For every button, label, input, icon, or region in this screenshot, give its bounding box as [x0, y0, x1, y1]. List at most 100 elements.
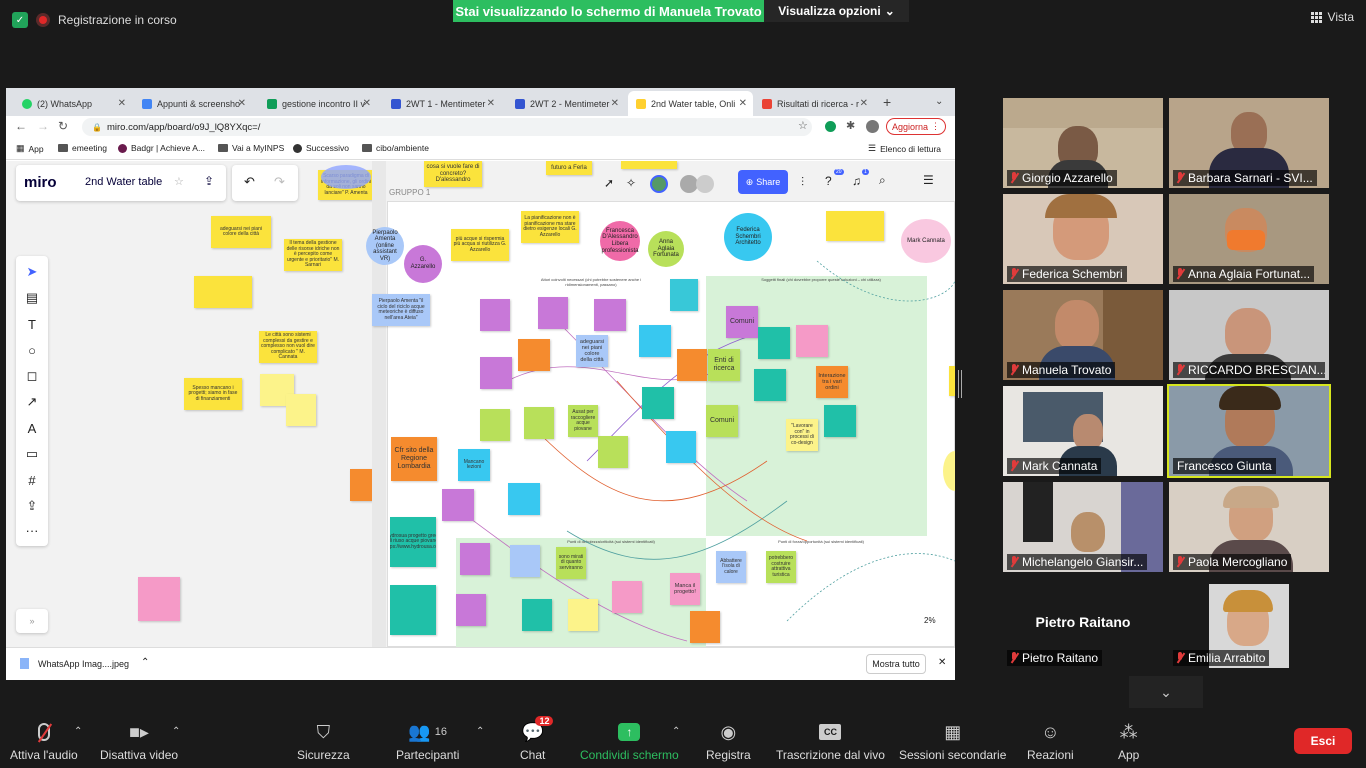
tab-search-chevron-icon[interactable]: ⌄	[935, 96, 943, 107]
live-transcript-button[interactable]: CC Trascrizione dal vivo	[776, 722, 885, 762]
sticky-note[interactable]: potrebbero costruire attrattiva turistic…	[766, 551, 796, 583]
new-tab-icon[interactable]: +	[883, 94, 891, 110]
export-icon[interactable]: ⇪	[204, 174, 214, 188]
sticky-note[interactable]	[480, 409, 510, 441]
tab-whatsapp[interactable]: (2) WhatsApp ✕	[14, 91, 132, 116]
sticky-note[interactable]: adeguarsi nei piani colore della città	[211, 216, 271, 248]
participant-tile[interactable]: Anna Aglaia Fortunat...	[1169, 194, 1329, 284]
sticky-note[interactable]: Abbattere l'isola di calore	[716, 551, 746, 583]
sticky-note[interactable]	[524, 407, 554, 439]
sticky-note[interactable]: Cfr sito della Regione Lombardia	[391, 437, 437, 481]
close-icon[interactable]: ✕	[238, 98, 246, 109]
sticky-note[interactable]: Comuni	[726, 306, 758, 338]
participant-bubble[interactable]: Mark Cannata	[901, 219, 951, 263]
sticky-note[interactable]	[677, 349, 707, 381]
sticky-note[interactable]: adeguarsi nei piani colore della città	[576, 335, 608, 367]
tab-mentimeter-1[interactable]: 2WT 1 - Mentimeter ✕	[383, 91, 501, 116]
sticky-note[interactable]: La pianificazione non è pianificazione m…	[521, 211, 579, 243]
pen-tool-icon[interactable]: A	[24, 420, 40, 436]
puzzle-icon[interactable]: ✱	[846, 119, 855, 132]
sticky-note[interactable]	[824, 405, 856, 437]
close-icon[interactable]: ✕	[611, 98, 619, 109]
forward-icon[interactable]: →	[37, 119, 49, 133]
close-icon[interactable]: ✕	[739, 98, 747, 109]
security-button[interactable]: ⛉ Sicurezza	[297, 722, 350, 763]
resize-handle[interactable]	[958, 370, 962, 398]
close-icon[interactable]: ✕	[860, 98, 868, 109]
zoom-level[interactable]: 2%	[924, 616, 936, 625]
sticky-note[interactable]	[194, 276, 252, 308]
chat-button[interactable]: 💬 12 Chat	[520, 716, 554, 762]
sticky-note[interactable]	[442, 489, 474, 521]
share-options-chevron-icon[interactable]: ⌃	[672, 726, 680, 737]
extension-icon[interactable]	[825, 121, 836, 132]
sticky-note[interactable]	[598, 436, 628, 468]
participant-bubble[interactable]: Anna Aglaia Fortunata	[648, 231, 684, 267]
tab-risultati[interactable]: Risultati di ricerca - r ✕	[754, 91, 874, 116]
cursor-icon[interactable]: ➚	[604, 176, 614, 190]
star-icon[interactable]: ☆	[174, 175, 184, 188]
participant-tile[interactable]: Emilia Arrabito	[1169, 578, 1329, 668]
sticky-note[interactable]	[480, 299, 510, 331]
close-icon[interactable]: ✕	[363, 98, 371, 109]
participant-bubble[interactable]: G. Azzarello	[404, 245, 442, 283]
sticky-note[interactable]: cosa si vuole fare di concreto? D'alessa…	[424, 161, 482, 187]
tab-mentimeter-2[interactable]: 2WT 2 - Mentimeter ✕	[507, 91, 625, 116]
participant-tile[interactable]: Barbara Sarnari - SVI...	[1169, 98, 1329, 188]
view-options-button[interactable]: Visualizza opzioni ⌄	[764, 0, 909, 22]
sticky-note[interactable]	[594, 299, 626, 331]
connector-tool-icon[interactable]: ↗	[24, 394, 40, 410]
unmute-button[interactable]: Attiva l'audio	[10, 722, 78, 762]
sticky-note[interactable]	[796, 325, 828, 357]
bookmark-badgr[interactable]: Badgr | Achieve A...	[118, 143, 205, 153]
sticky-note[interactable]: più acque si rispermia più acqua si riut…	[451, 229, 509, 261]
reading-list[interactable]: ☰ Elenco di lettura	[868, 143, 941, 154]
update-button[interactable]: Aggiorna ⋮	[886, 118, 946, 135]
sticky-note[interactable]	[666, 431, 696, 463]
participant-tile[interactable]: Paola Mercogliano	[1169, 482, 1329, 572]
url-field[interactable]: 🔒 miro.com/app/board/o9J_lQ8YXqc=/	[82, 118, 812, 136]
sticky-note[interactable]: Interazione tra i vari ordini	[816, 366, 848, 398]
participant-tile[interactable]: Mark Cannata	[1003, 386, 1163, 476]
share-screen-button[interactable]: ↑ Condividi schermo	[580, 722, 679, 762]
template-icon[interactable]: ▤	[24, 290, 40, 306]
bookmark-star-icon[interactable]: ☆	[798, 119, 808, 132]
sticky-note[interactable]	[138, 577, 180, 621]
participant-tile[interactable]: Federica Schembri	[1003, 194, 1163, 284]
bookmark-inps[interactable]: Vai a MyINPS	[218, 143, 284, 153]
reaction-icon[interactable]: ✧	[626, 176, 636, 190]
audio-options-chevron-icon[interactable]: ⌃	[74, 726, 82, 737]
more-tools-icon[interactable]: ···	[24, 522, 40, 538]
breakout-rooms-button[interactable]: ▦ Sessioni secondarie	[899, 722, 1006, 763]
reactions-button[interactable]: ☺ Reazioni	[1027, 722, 1074, 763]
search-icon[interactable]: ⌕	[879, 173, 886, 188]
menu-icon[interactable]: ☰	[923, 173, 934, 187]
sticky-note[interactable]	[754, 369, 786, 401]
participant-tile[interactable]: Giorgio Azzarello	[1003, 98, 1163, 188]
bookmark-emeeting[interactable]: emeeting	[58, 143, 107, 153]
redo-icon[interactable]: ↷	[274, 174, 285, 190]
sticky-note[interactable]: Enti di ricerca	[708, 349, 740, 381]
sticky-note[interactable]	[612, 581, 642, 613]
tab-miro-active[interactable]: 2nd Water table, Onli ✕	[628, 91, 753, 116]
sticky-note[interactable]	[480, 357, 512, 389]
participants-options-chevron-icon[interactable]: ⌃	[476, 726, 484, 737]
text-tool-icon[interactable]: T	[24, 316, 40, 332]
upload-tool-icon[interactable]: ⇪	[24, 498, 40, 514]
sticky-note[interactable]	[690, 611, 720, 643]
sticky-note[interactable]: Pierpaolo Amenta "il ciclo del riciclo a…	[372, 294, 430, 326]
sticky-note[interactable]	[639, 325, 671, 357]
shield-icon[interactable]: ✓	[12, 12, 28, 28]
undo-icon[interactable]: ↶	[244, 174, 255, 190]
sticky-note[interactable]	[510, 545, 540, 577]
sticky-note[interactable]: Hydrosua progetto greco di riuso acque p…	[390, 517, 436, 567]
tab-gestione[interactable]: gestione incontro II v ✕	[259, 91, 377, 116]
sticky-note[interactable]	[758, 327, 790, 359]
help-icon[interactable]: ?	[825, 174, 832, 188]
sticky-note[interactable]: futuro a Ferla	[546, 161, 592, 175]
apps-button[interactable]: ⁂ App	[1118, 722, 1139, 763]
back-icon[interactable]: ←	[15, 119, 27, 133]
comment-tool-icon[interactable]: ▭	[24, 446, 40, 462]
sticky-note[interactable]	[642, 387, 674, 419]
avatar[interactable]	[650, 175, 668, 193]
